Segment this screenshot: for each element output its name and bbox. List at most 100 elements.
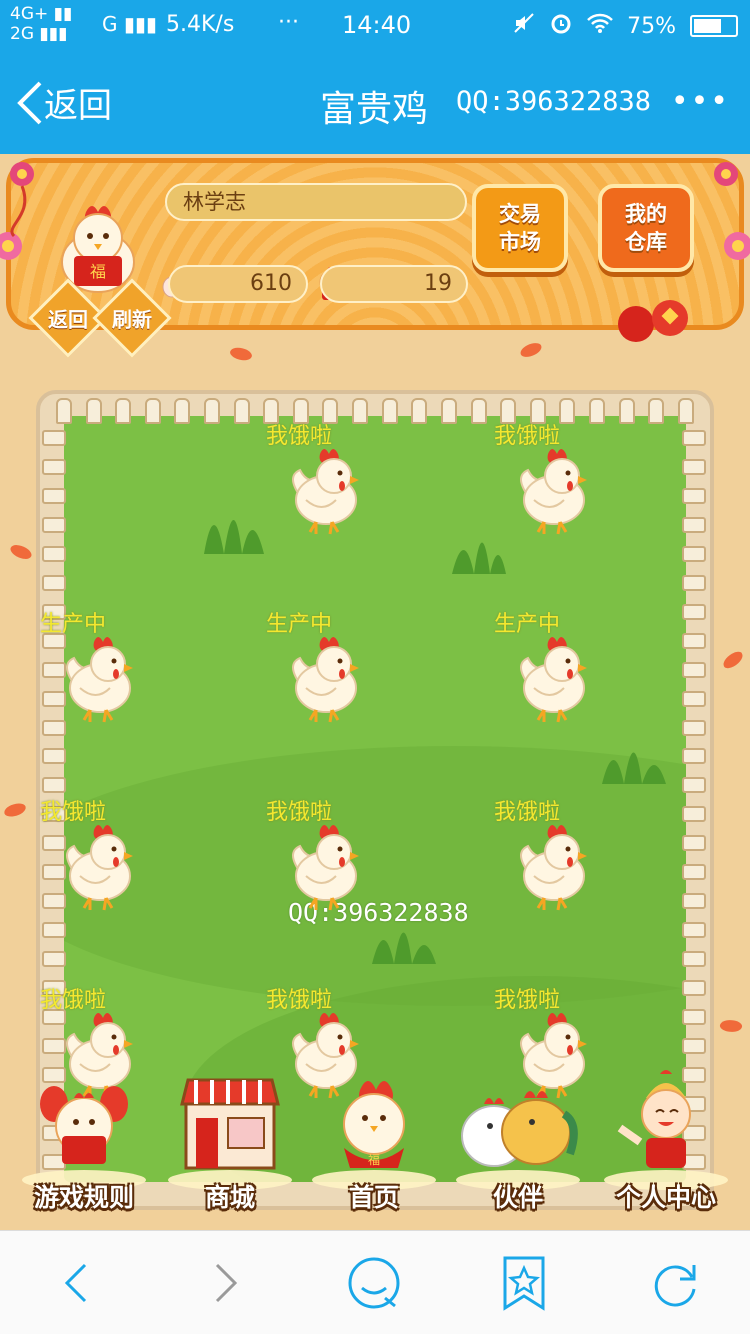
chicken-icon — [66, 637, 133, 723]
fence-picket — [682, 719, 706, 736]
market-button[interactable]: 交易市场 — [472, 184, 568, 272]
petal-decoration — [228, 344, 254, 364]
fence-pickets — [682, 430, 708, 1170]
signal-icon: ▮▮ — [53, 4, 73, 24]
grass-tuft-icon — [204, 520, 264, 554]
fence-picket — [682, 661, 706, 678]
svg-text:福: 福 — [90, 262, 106, 281]
dock-shop-label: 商城 — [204, 1183, 255, 1212]
chicken-icon — [520, 637, 587, 723]
browser-back-button[interactable] — [46, 1253, 106, 1313]
fence-picket — [682, 1038, 706, 1055]
clock: 14:40 — [342, 11, 412, 39]
fence-picket — [440, 398, 457, 424]
chevron-left-icon — [17, 81, 42, 124]
chicken-slot[interactable]: 生产中 — [40, 606, 190, 756]
refresh-icon — [654, 1265, 696, 1307]
fence-picket — [682, 835, 706, 852]
shop-icon — [180, 1078, 280, 1170]
chicken-slot[interactable]: 我饿啦 — [494, 794, 644, 944]
back-label: 返回 — [44, 86, 112, 126]
warehouse-button[interactable]: 我的仓库 — [598, 184, 694, 272]
player-banner: 福 林学志 610 19 交易市场 我的仓库 返回 刷新 — [0, 154, 750, 358]
dock-home[interactable]: 福 首页 — [304, 1064, 444, 1230]
fence-picket — [42, 777, 66, 794]
fence-picket — [470, 398, 487, 424]
chicken-slot[interactable]: 我饿啦 — [494, 418, 644, 568]
chicken-icon — [520, 825, 587, 911]
svg-text:福: 福 — [368, 1152, 380, 1167]
fence-picket — [648, 398, 665, 424]
chicken-slot[interactable]: 我饿啦 — [266, 794, 416, 944]
red-pouch-icon — [618, 300, 688, 342]
dock-shop[interactable]: 商城 — [160, 1064, 300, 1230]
fence-picket — [682, 545, 706, 562]
battery-percent: 75% — [627, 13, 676, 39]
warehouse-button-label: 我的仓库 — [625, 202, 667, 254]
fence-picket — [682, 864, 706, 881]
page-title: 富贵鸡 — [320, 89, 429, 130]
browser-qq-button[interactable] — [344, 1253, 404, 1313]
chicken-icon — [292, 825, 359, 911]
fence-picket — [233, 398, 250, 424]
status-bar: 4G+ ▮▮ 2G ▮▮▮ G ▮▮▮ 5.4K/s ··· 14:40 75% — [0, 0, 750, 50]
dock-profile[interactable]: 个人中心 — [596, 1064, 736, 1230]
fence-picket — [682, 574, 706, 591]
fence-picket — [682, 893, 706, 910]
fence-picket — [682, 603, 706, 620]
chevron-right-icon — [215, 1263, 238, 1303]
mute-icon — [513, 12, 535, 40]
sim2-indicator: G ▮▮▮ — [102, 12, 157, 36]
chicken-slot[interactable]: 生产中 — [494, 606, 644, 756]
player-name: 林学志 — [165, 183, 467, 221]
browser-refresh-button[interactable] — [644, 1253, 704, 1313]
return-button-label: 返回 — [48, 307, 88, 332]
status-right: 75% — [513, 11, 738, 41]
browser-bookmark-button[interactable] — [494, 1253, 554, 1313]
petal-decoration — [8, 541, 34, 563]
dock-partner-label: 伙伴 — [492, 1183, 543, 1212]
back-button[interactable]: 返回 — [16, 78, 112, 127]
fence-picket — [682, 690, 706, 707]
nav-bar: 返回 富贵鸡 QQ:396322838 ••• — [0, 50, 750, 154]
network-speed: 5.4K/s — [166, 12, 235, 37]
profile-kid-icon — [617, 1070, 691, 1168]
chicken-icon — [520, 449, 587, 535]
more-button[interactable]: ••• — [671, 84, 730, 119]
fence-picket — [682, 806, 706, 823]
bottom-dock: 游戏规则 商城 福 首页 伙伴 个人中心 — [0, 1064, 750, 1230]
fence-picket — [682, 951, 706, 968]
petal-decoration — [719, 1018, 743, 1034]
chevron-left-icon — [64, 1263, 87, 1303]
browser-toolbar — [0, 1230, 750, 1334]
chicken-slot[interactable]: 生产中 — [266, 606, 416, 756]
network-2g-label: 2G — [10, 24, 34, 44]
egg-count: 610 — [168, 265, 308, 303]
market-button-label: 交易市场 — [499, 202, 541, 254]
chicken-slot[interactable]: 我饿啦 — [40, 794, 190, 944]
rooster-home-icon: 福 — [343, 1081, 405, 1168]
fence-picket — [682, 748, 706, 765]
chicken-slot[interactable] — [40, 418, 190, 568]
fence-picket — [682, 516, 706, 533]
signal-icon: ▮▮▮ — [39, 24, 68, 44]
fence-picket — [682, 980, 706, 997]
fence-picket — [682, 922, 706, 939]
fence-picket — [682, 777, 706, 794]
chicken-icon — [292, 449, 359, 535]
chicken-slot[interactable]: 我饿啦 — [266, 418, 416, 568]
dock-partner[interactable]: 伙伴 — [448, 1064, 588, 1230]
browser-forward-button[interactable] — [196, 1253, 256, 1313]
network-4g-label: 4G+ — [10, 4, 49, 24]
bookmark-star-icon — [503, 1256, 545, 1311]
lantern-chicken-icon — [40, 1086, 128, 1164]
dock-profile-label: 个人中心 — [615, 1183, 716, 1212]
partner-chickens-icon — [461, 1091, 578, 1167]
dock-rules-label: 游戏规则 — [33, 1183, 134, 1212]
dock-rules[interactable]: 游戏规则 — [14, 1064, 154, 1230]
notification-dots: ··· — [278, 10, 299, 35]
fence-picket — [682, 458, 706, 475]
refresh-button-label: 刷新 — [112, 307, 152, 332]
fence-picket — [682, 487, 706, 504]
petal-decoration — [3, 802, 27, 818]
